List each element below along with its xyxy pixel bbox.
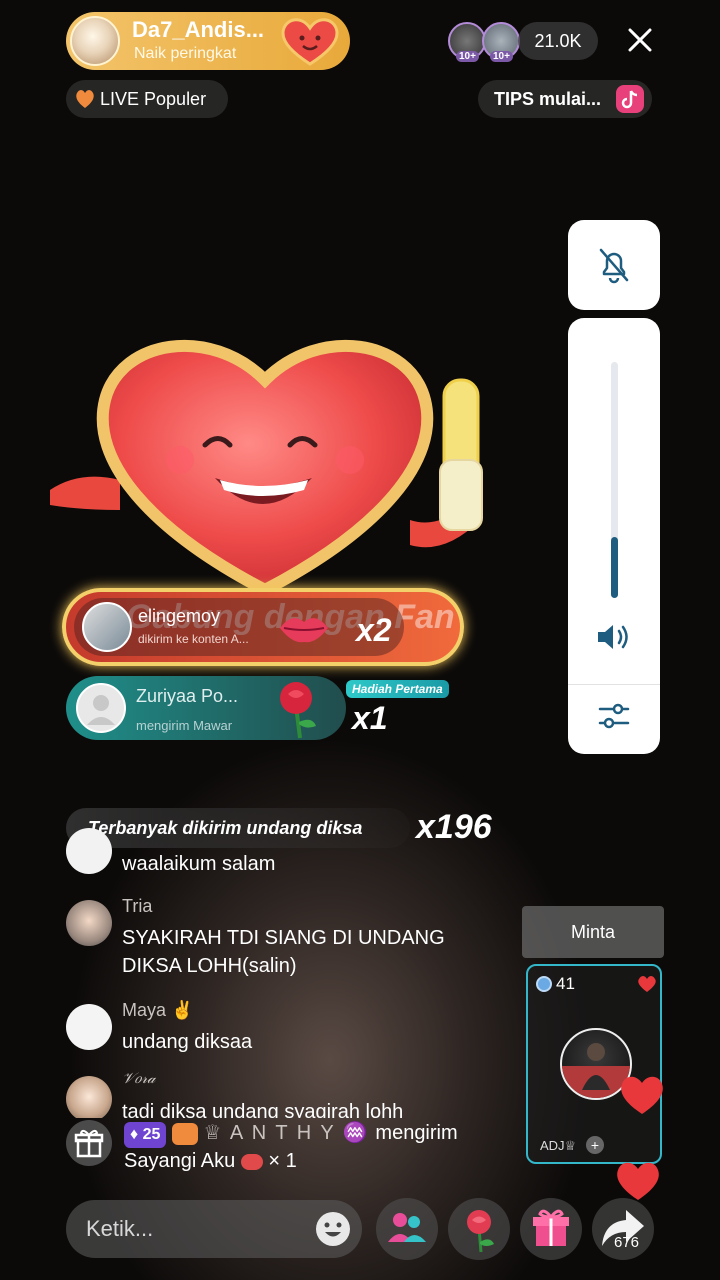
top-viewers-avatars[interactable]: 10+ 10+ — [448, 22, 524, 62]
host-rank-subtitle: Naik peringkat — [134, 45, 237, 62]
chat-avatar[interactable] — [66, 900, 112, 946]
host-name: Da7_Andis... — [132, 17, 265, 42]
tiktok-icon — [616, 85, 644, 113]
chat-text: tadi diksa undang syagirah lohh — [122, 1101, 404, 1118]
share-count: 676 — [614, 1234, 640, 1251]
gift-chat-message[interactable]: ♦ 25 ♕ A N T H Y ♒ mengirim Sayangi Aku … — [66, 1116, 526, 1180]
sender-avatar[interactable] — [76, 683, 126, 733]
rose-icon — [280, 682, 316, 739]
guest-coin-count: 41 — [556, 974, 575, 993]
coin-icon — [536, 976, 552, 992]
chat-message[interactable]: Maya ✌️ undang diksaa — [66, 1000, 526, 1060]
request-button[interactable]: Minta — [522, 906, 664, 958]
gift-count: × 1 — [268, 1150, 297, 1172]
chat-message[interactable]: waalaikum salam — [66, 828, 526, 886]
heart-icon — [76, 90, 94, 108]
chat-avatar[interactable] — [66, 1004, 112, 1050]
chat-avatar[interactable] — [66, 828, 112, 874]
volume-slider-fill — [611, 536, 618, 598]
mute-notifications-button[interactable] — [568, 220, 660, 310]
viewer-avatar[interactable]: 10+ — [482, 22, 520, 62]
volume-slider[interactable] — [611, 362, 618, 598]
comment-input-placeholder: Ketik... — [86, 1216, 154, 1241]
live-stream-screen: Da7_Andis... Naik peringkat 10+ 10+ 21.0… — [0, 0, 720, 1280]
gift-name: Sayangi Aku — [124, 1150, 236, 1172]
heart-icon — [621, 1076, 663, 1114]
heart-icon — [281, 18, 339, 66]
gift-sender-name: ♕ A N T H Y ♒ — [203, 1122, 370, 1144]
chat-text: SYAKIRAH TDI SIANG DI UNDANG DIKSA LOHH(… — [122, 927, 445, 977]
people-icon — [388, 1213, 426, 1242]
chat-avatar[interactable] — [66, 1076, 112, 1118]
viewer-avatar[interactable]: 10+ — [448, 22, 486, 62]
gift-message-body: Sayangi Aku × 1 — [124, 1150, 297, 1173]
tips-button[interactable]: TIPS mulai... — [478, 80, 652, 118]
guest-tag: ADJ♕ — [540, 1138, 577, 1153]
present-icon — [533, 1209, 569, 1246]
sender-avatar[interactable] — [82, 602, 132, 652]
chat-text: undang diksaa — [122, 1031, 253, 1053]
plus-icon[interactable]: + — [586, 1136, 604, 1154]
chat-username: Tria — [122, 896, 153, 916]
volume-icon[interactable] — [595, 620, 633, 654]
host-avatar[interactable] — [70, 16, 120, 66]
default-avatar-icon — [87, 695, 115, 725]
heart-icon — [638, 976, 656, 992]
viewer-count[interactable]: 21.0K — [518, 22, 598, 60]
gift-combo-banner[interactable]: Zuriyaa Po... mengirim Mawar — [66, 676, 346, 740]
sender-name: elingemoy — [138, 606, 221, 626]
chat-text: waalaikum salam — [122, 853, 276, 875]
gift-combo-banner[interactable]: Gabung dengan Fan Club saya elingemoy di… — [62, 588, 464, 666]
close-icon[interactable] — [620, 20, 660, 60]
gift-thumbnail-icon — [240, 1153, 263, 1170]
emoji-icon[interactable] — [314, 1210, 352, 1248]
most-sent-prefix: Terbanyak dikirim — [88, 818, 242, 838]
level-value: 25 — [142, 1126, 161, 1143]
divider — [568, 684, 660, 685]
comment-input[interactable]: Ketik... — [66, 1200, 362, 1258]
volume-panel — [568, 318, 660, 754]
gift-combo-count: x1 — [352, 700, 388, 736]
first-gift-badge: Hadiah Pertama — [346, 680, 449, 698]
viewer-rank-badge: 10+ — [456, 51, 479, 62]
sender-name: Zuriyaa Po... — [136, 686, 239, 706]
bell-off-icon — [599, 248, 629, 284]
tips-label: TIPS mulai... — [494, 89, 602, 109]
gift-button[interactable] — [520, 1198, 582, 1260]
gift-message-header: ♦ 25 ♕ A N T H Y ♒ mengirim — [124, 1120, 458, 1148]
rose-icon — [467, 1210, 494, 1253]
most-sent-label: Terbanyak dikirim undang diksa — [88, 818, 362, 839]
chat-username: 𝒱𝑜𝓇𝒶 — [122, 1070, 156, 1087]
most-sent-name: undang diksa — [246, 818, 363, 838]
level-badge: ♦ 25 — [124, 1122, 167, 1148]
gift-action: mengirim — [375, 1122, 458, 1144]
viewer-rank-badge: 10+ — [490, 51, 513, 62]
heart-icon — [617, 1162, 659, 1200]
chat-message[interactable]: 𝒱𝑜𝓇𝒶 tadi diksa undang syagirah lohh — [66, 1070, 526, 1118]
gift-subtitle: mengirim Mawar — [136, 718, 233, 733]
guest-request-button[interactable] — [376, 1198, 438, 1260]
most-sent-banner: Terbanyak dikirim undang diksa — [66, 808, 410, 848]
gift-combo-count: x2 — [356, 612, 392, 648]
heart-icon — [171, 1122, 198, 1145]
sliders-icon[interactable] — [596, 698, 632, 734]
gift-icon — [66, 1120, 112, 1166]
heart-mascot-animation — [50, 339, 483, 597]
lips-gift-icon — [280, 618, 328, 643]
live-popular-tag[interactable]: LIVE Populer — [66, 80, 228, 118]
chat-message[interactable]: Tria SYAKIRAH TDI SIANG DI UNDANG DIKSA … — [66, 896, 526, 986]
host-info-pill[interactable]: Da7_Andis... Naik peringkat — [66, 12, 350, 70]
most-sent-count: x196 — [416, 808, 492, 846]
rose-gift-button[interactable] — [448, 1198, 510, 1260]
chat-username: Maya ✌️ — [122, 1000, 194, 1020]
gift-subtitle: dikirim ke konten A... — [138, 632, 249, 646]
live-popular-label: LIVE Populer — [100, 89, 207, 109]
guest-card[interactable]: 41 ADJ♕ + — [526, 964, 662, 1164]
